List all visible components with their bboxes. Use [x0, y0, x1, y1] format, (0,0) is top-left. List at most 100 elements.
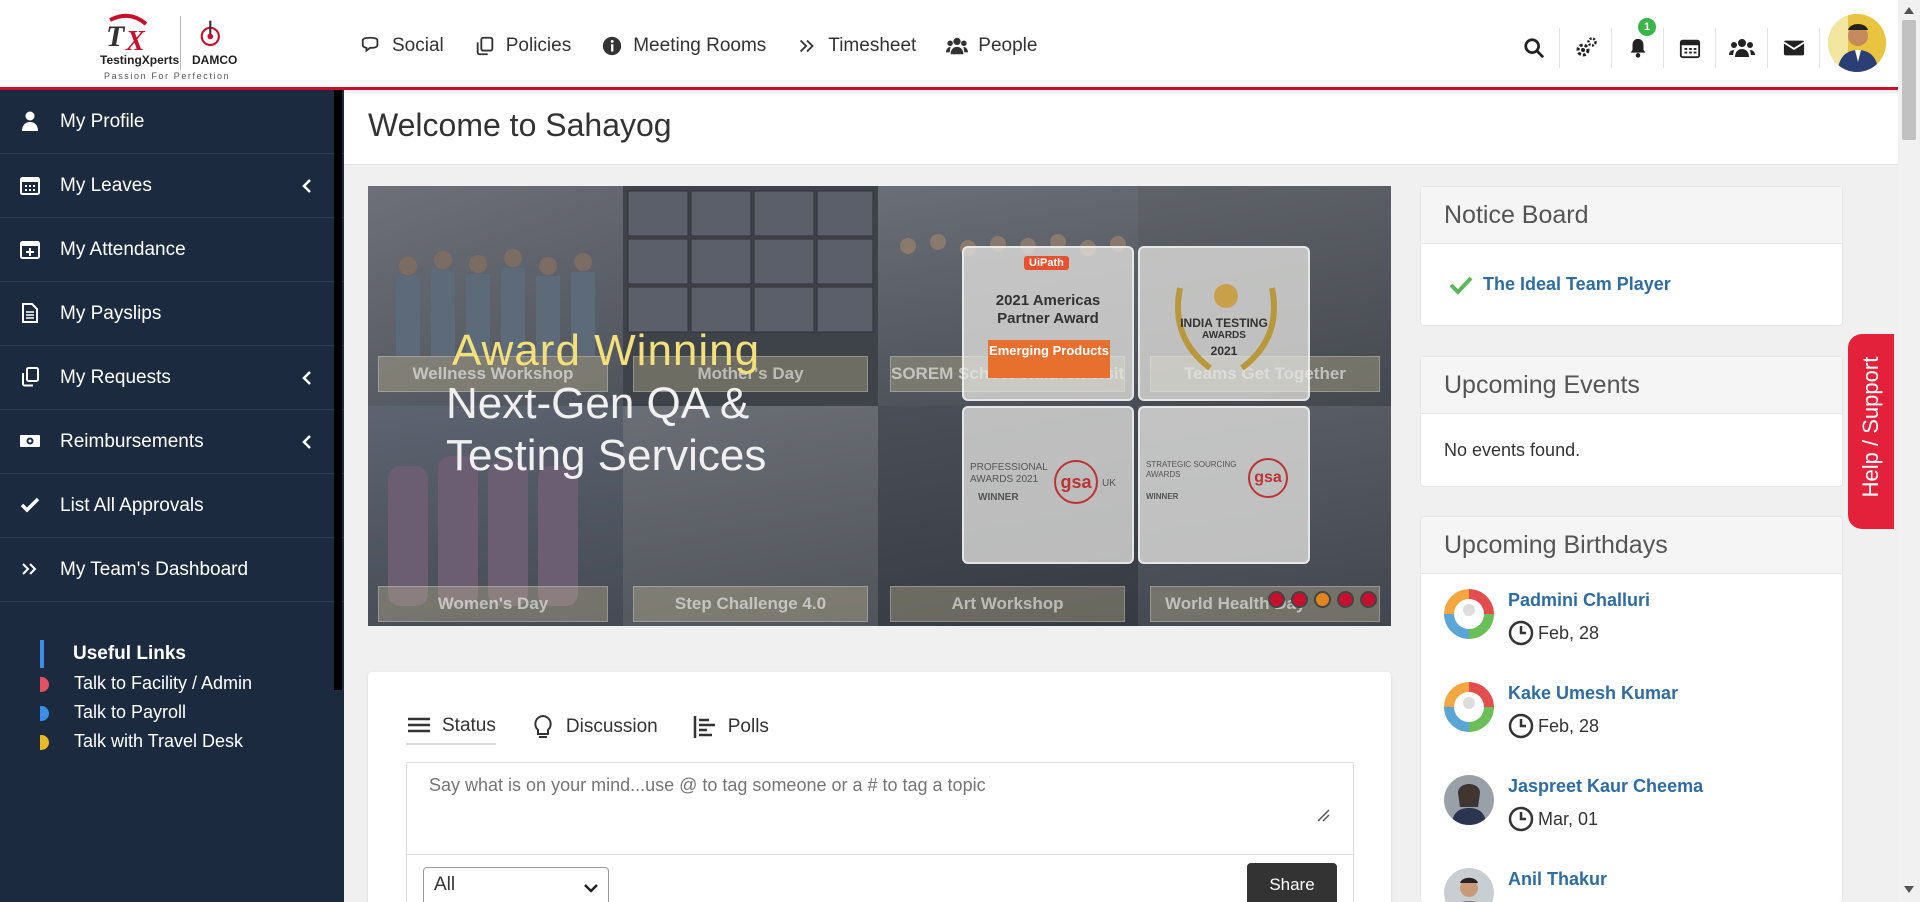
useful-link-travel-desk[interactable]: Talk with Travel Desk	[40, 728, 330, 755]
sidebar-item-reimbursements[interactable]: Reimbursements	[0, 410, 344, 474]
top-bar: T X TestingXperts DAMCO Passion For Perf…	[0, 0, 1898, 90]
copy-icon	[22, 367, 39, 387]
sidebar-item-my-attendance[interactable]: My Attendance	[0, 218, 344, 282]
resize-grip-icon[interactable]	[1316, 808, 1330, 822]
birthday-name[interactable]: Jaspreet Kaur Cheema	[1508, 776, 1703, 797]
brand-tagline: Passion For Perfection	[104, 71, 231, 81]
tab-polls[interactable]: Polls	[692, 709, 769, 745]
help-support-tab[interactable]: Help / Support	[1848, 334, 1894, 529]
nav-policies-label: Policies	[505, 35, 572, 56]
avatar[interactable]	[1444, 775, 1494, 825]
award-line: 2021 Americas	[995, 292, 1101, 309]
avatar[interactable]	[1444, 868, 1494, 902]
birthday-name[interactable]: Padmini Challuri	[1508, 590, 1650, 611]
no-events-message: No events found.	[1444, 440, 1581, 460]
post-footer: All Share	[406, 854, 1354, 902]
banner-tile-caption: Step Challenge 4.0	[633, 586, 868, 622]
carousel-dot[interactable]	[1291, 591, 1308, 608]
sidebar-item-my-leaves[interactable]: My Leaves	[0, 154, 344, 218]
notifications-button[interactable]: 1	[1612, 18, 1664, 68]
award-line: STRATEGIC SOURCING	[1146, 460, 1237, 469]
birthday-date: Mar, 01	[1508, 806, 1598, 832]
useful-link-payroll[interactable]: Talk to Payroll	[40, 699, 330, 726]
nav-meeting-rooms[interactable]: Meeting Rooms	[601, 30, 766, 62]
award-line: AWARDS	[1146, 470, 1181, 479]
money-icon	[20, 435, 40, 447]
calendar-button[interactable]	[1664, 28, 1716, 68]
gears-icon	[1576, 37, 1597, 57]
user-photo-icon	[1444, 775, 1494, 825]
nav-timesheet[interactable]: Timesheet	[796, 30, 916, 62]
banner-subheadline: Next-Gen QA & Testing Services	[446, 378, 766, 482]
banner-tile-caption: Women's Day	[378, 586, 608, 622]
tab-discussion[interactable]: Discussion	[530, 709, 658, 745]
sidebar-item-my-requests[interactable]: My Requests	[0, 346, 344, 410]
upcoming-birthdays: Upcoming Birthdays Padmini Challuri Feb,…	[1420, 516, 1843, 902]
sidebar: My Profile My Leaves My Attendance My Pa…	[0, 90, 344, 902]
award-card-india-testing: INDIA TESTING AWARDS 2021	[1138, 246, 1310, 401]
banner-subheadline-line: Next-Gen QA &	[446, 379, 750, 428]
sidebar-item-list-all-approvals[interactable]: List All Approvals	[0, 474, 344, 538]
status-dot	[40, 735, 49, 750]
info-circle-icon	[603, 36, 622, 56]
user-icon	[22, 111, 38, 131]
damco-wordmark: DAMCO	[192, 53, 238, 67]
award-card-gsa-professional: PROFESSIONAL AWARDS 2021 WINNER gsa UK	[962, 406, 1134, 564]
sidebar-item-label: My Attendance	[60, 238, 186, 260]
sidebar-scrollbar[interactable]	[334, 90, 342, 690]
nav-social[interactable]: Social	[360, 30, 444, 62]
double-chevron-right-icon	[22, 563, 37, 575]
user-avatar[interactable]	[1828, 14, 1886, 72]
tab-label: Discussion	[565, 716, 658, 737]
nav-policies[interactable]: Policies	[474, 30, 571, 62]
tab-status[interactable]: Status	[406, 709, 496, 745]
scroll-down-arrow-icon[interactable]	[1904, 886, 1914, 894]
award-line: WINNER	[1146, 492, 1179, 501]
gsa-region: UK	[1102, 478, 1116, 489]
banner-carousel[interactable]: Wellness Workshop Mother's Day SOREM Sch…	[368, 186, 1391, 626]
post-tabs: Status Discussion Polls	[406, 709, 803, 745]
upcoming-events: Upcoming Events No events found.	[1420, 356, 1843, 487]
teams-button[interactable]	[1716, 28, 1768, 68]
search-button[interactable]	[1508, 28, 1560, 68]
notice-item[interactable]: The Ideal Team Player	[1421, 244, 1842, 295]
page-scrollbar[interactable]	[1898, 0, 1920, 902]
avatar[interactable]	[1444, 682, 1494, 732]
birthday-name[interactable]: Kake Umesh Kumar	[1508, 683, 1678, 704]
carousel-dot[interactable]	[1268, 591, 1285, 608]
status-dot	[40, 677, 49, 692]
carousel-dot[interactable]	[1360, 591, 1377, 608]
settings-button[interactable]	[1560, 28, 1612, 68]
sidebar-item-label: List All Approvals	[60, 494, 204, 516]
birthday-date-label: Feb, 28	[1538, 715, 1600, 736]
scroll-up-arrow-icon[interactable]	[1904, 6, 1914, 14]
carousel-dot-active[interactable]	[1314, 591, 1331, 608]
carousel-dot[interactable]	[1337, 591, 1354, 608]
post-composer: Status Discussion Polls All Share	[368, 672, 1391, 902]
birthday-name[interactable]: Anil Thakur	[1508, 869, 1607, 890]
company-logo[interactable]: T X TestingXperts DAMCO Passion For Perf…	[100, 12, 250, 82]
award-line: PROFESSIONAL	[970, 462, 1048, 473]
messages-button[interactable]	[1768, 28, 1820, 68]
nav-meeting-rooms-label: Meeting Rooms	[633, 35, 767, 56]
useful-link-facility[interactable]: Talk to Facility / Admin	[40, 670, 330, 697]
audience-select[interactable]: All	[423, 867, 609, 902]
sidebar-item-my-teams-dashboard[interactable]: My Team's Dashboard	[0, 538, 344, 602]
notice-board-title: Notice Board	[1421, 187, 1842, 244]
nav-people-label: People	[978, 35, 1038, 56]
double-chevron-right-icon	[800, 39, 815, 53]
sidebar-item-my-payslips[interactable]: My Payslips	[0, 282, 344, 346]
share-button[interactable]: Share	[1247, 863, 1337, 902]
checkmark-icon	[1449, 276, 1473, 295]
nav-people[interactable]: People	[946, 30, 1037, 62]
nav-social-label: Social	[392, 35, 444, 56]
banner-subheadline-line: Testing Services	[446, 431, 767, 480]
sidebar-item-my-profile[interactable]: My Profile	[0, 90, 344, 154]
scrollbar-thumb[interactable]	[1902, 20, 1916, 140]
avatar[interactable]	[1444, 589, 1494, 639]
status-input[interactable]	[406, 762, 1354, 854]
upcoming-birthdays-title: Upcoming Birthdays	[1421, 517, 1842, 574]
header-tools: 1	[1508, 14, 1886, 72]
award-line: AWARDS	[1202, 330, 1246, 341]
award-line: WINNER	[978, 492, 1019, 503]
